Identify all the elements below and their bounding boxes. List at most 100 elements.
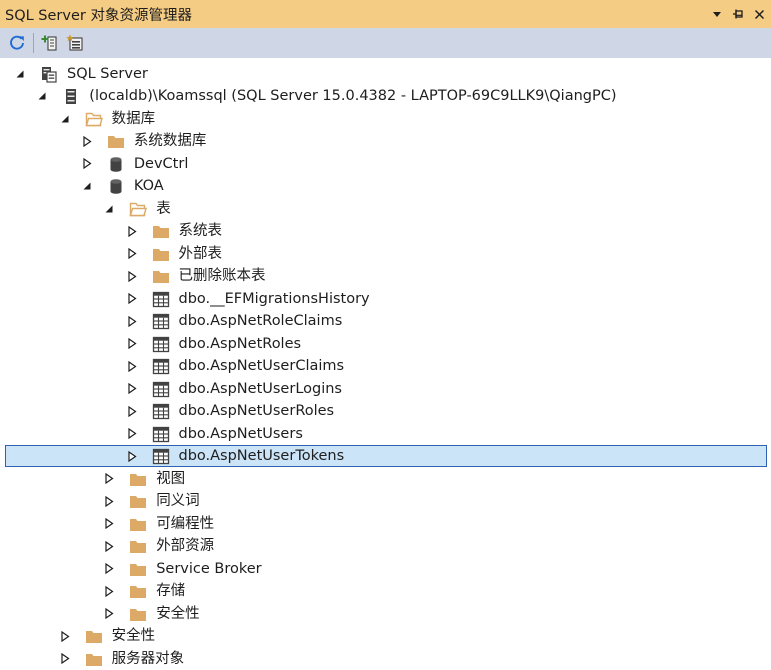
tree-node-label: 外部表 bbox=[178, 245, 223, 262]
expand-toggle[interactable] bbox=[126, 293, 138, 305]
collapsed-arrow-icon bbox=[105, 495, 114, 507]
folder-icon bbox=[129, 606, 147, 623]
tree-node[interactable]: 服务器对象 bbox=[0, 648, 771, 670]
tree-node[interactable]: dbo.AspNetUserTokens bbox=[0, 445, 771, 468]
database-icon bbox=[107, 178, 125, 195]
expand-toggle[interactable] bbox=[103, 495, 115, 507]
tree-node[interactable]: 安全性 bbox=[0, 603, 771, 626]
expand-toggle[interactable] bbox=[103, 585, 115, 597]
tree-node[interactable]: 已删除账本表 bbox=[0, 265, 771, 288]
tree-node[interactable]: KOA bbox=[0, 175, 771, 198]
folder-icon bbox=[152, 246, 170, 263]
collapsed-arrow-icon bbox=[127, 428, 137, 439]
dropdown-arrow-icon[interactable] bbox=[711, 8, 723, 20]
expand-toggle[interactable] bbox=[126, 360, 138, 372]
tree-node[interactable]: dbo.AspNetUsers bbox=[0, 423, 771, 446]
tree-node[interactable]: 数据库 bbox=[0, 108, 771, 131]
table-icon bbox=[152, 313, 170, 330]
expand-toggle[interactable] bbox=[103, 473, 115, 485]
selection-highlight bbox=[5, 445, 767, 467]
tree-node-label: 存储 bbox=[156, 583, 186, 599]
folder-icon bbox=[85, 628, 103, 645]
folder-icon bbox=[129, 538, 147, 555]
tree-node[interactable]: dbo.__EFMigrationsHistory bbox=[0, 288, 771, 311]
table-icon bbox=[152, 448, 170, 465]
server-instance-icon bbox=[62, 88, 80, 105]
folder-open-icon bbox=[85, 111, 103, 128]
folder-icon bbox=[129, 493, 147, 510]
tree-node-label: 安全性 bbox=[111, 628, 156, 644]
expand-toggle[interactable] bbox=[81, 158, 93, 170]
collapsed-arrow-icon bbox=[127, 360, 137, 372]
expanded-arrow-icon bbox=[16, 70, 24, 77]
collapsed-arrow-icon bbox=[127, 248, 137, 259]
expand-toggle[interactable] bbox=[126, 270, 138, 282]
tree-node[interactable]: (localdb)\Koamssql (SQL Server 15.0.4382… bbox=[0, 85, 771, 108]
tree-node[interactable]: 存储 bbox=[0, 580, 771, 603]
expand-toggle[interactable] bbox=[103, 608, 115, 620]
add-sql-server-button[interactable] bbox=[39, 32, 61, 54]
collapsed-arrow-icon bbox=[127, 270, 137, 282]
expand-toggle[interactable] bbox=[126, 428, 138, 440]
pin-icon[interactable] bbox=[732, 8, 744, 20]
collapsed-arrow-icon bbox=[105, 518, 114, 529]
expand-toggle[interactable] bbox=[103, 540, 115, 552]
collapsed-arrow-icon bbox=[83, 135, 92, 147]
collapsed-arrow-icon bbox=[127, 225, 137, 237]
expand-toggle[interactable] bbox=[126, 338, 138, 350]
collapse-toggle[interactable] bbox=[103, 203, 115, 215]
expand-toggle[interactable] bbox=[59, 630, 71, 642]
expand-toggle[interactable] bbox=[103, 518, 115, 530]
tree-node[interactable]: SQL Server bbox=[0, 63, 771, 86]
collapsed-arrow-icon bbox=[105, 563, 114, 574]
tree-node[interactable]: 系统表 bbox=[0, 220, 771, 243]
tree-node[interactable]: dbo.AspNetUserRoles bbox=[0, 400, 771, 423]
expand-toggle[interactable] bbox=[126, 405, 138, 417]
collapse-toggle[interactable] bbox=[59, 113, 71, 125]
tree-node[interactable]: dbo.AspNetUserLogins bbox=[0, 378, 771, 401]
tree-node-label: dbo.AspNetRoles bbox=[178, 335, 302, 352]
tree-node[interactable]: dbo.AspNetRoles bbox=[0, 333, 771, 356]
expand-toggle[interactable] bbox=[126, 450, 138, 462]
tree-node-label: dbo.AspNetRoleClaims bbox=[178, 313, 343, 329]
expand-toggle[interactable] bbox=[126, 315, 138, 327]
expand-toggle[interactable] bbox=[59, 653, 71, 665]
tree-node[interactable]: dbo.AspNetUserClaims bbox=[0, 355, 771, 378]
sql-server-icon bbox=[40, 66, 58, 83]
collapse-toggle[interactable] bbox=[36, 90, 48, 102]
table-icon bbox=[152, 403, 170, 420]
tree-node[interactable]: 同义词 bbox=[0, 490, 771, 513]
tree-node-label: 服务器对象 bbox=[111, 650, 185, 667]
database-icon bbox=[107, 156, 125, 173]
tree-node-label: dbo.AspNetUserTokens bbox=[178, 448, 345, 464]
refresh-button[interactable] bbox=[6, 32, 28, 54]
window-title: SQL Server 对象资源管理器 bbox=[5, 7, 192, 24]
tree-node[interactable]: 安全性 bbox=[0, 625, 771, 648]
tree-node[interactable]: 外部表 bbox=[0, 243, 771, 266]
close-icon[interactable] bbox=[753, 8, 765, 20]
tree-node-label: dbo.AspNetUserClaims bbox=[178, 358, 345, 374]
tree-node[interactable]: 可编程性 bbox=[0, 513, 771, 536]
expand-toggle[interactable] bbox=[126, 225, 138, 237]
tree-node[interactable]: DevCtrl bbox=[0, 153, 771, 176]
tree-node[interactable]: 系统数据库 bbox=[0, 130, 771, 153]
tree-node-label: dbo.__EFMigrationsHistory bbox=[178, 290, 370, 307]
new-query-icon bbox=[66, 34, 83, 51]
tree-node[interactable]: dbo.AspNetRoleClaims bbox=[0, 310, 771, 333]
tree-node-label: 数据库 bbox=[111, 110, 156, 127]
new-query-button[interactable] bbox=[64, 32, 86, 54]
collapse-toggle[interactable] bbox=[14, 68, 26, 80]
tree-node[interactable]: 表 bbox=[0, 198, 771, 221]
tree-node[interactable]: 外部资源 bbox=[0, 535, 771, 558]
expand-toggle[interactable] bbox=[126, 383, 138, 395]
tree-node[interactable]: Service Broker bbox=[0, 558, 771, 581]
collapsed-arrow-icon bbox=[105, 540, 114, 552]
collapsed-arrow-icon bbox=[127, 293, 137, 304]
expand-toggle[interactable] bbox=[81, 135, 93, 147]
tree-node-label: 同义词 bbox=[156, 493, 200, 509]
expand-toggle[interactable] bbox=[126, 248, 138, 260]
expand-toggle[interactable] bbox=[103, 563, 115, 575]
tree-node[interactable]: 视图 bbox=[0, 468, 771, 491]
tree-node-label: 可编程性 bbox=[156, 515, 215, 532]
collapse-toggle[interactable] bbox=[81, 180, 93, 192]
